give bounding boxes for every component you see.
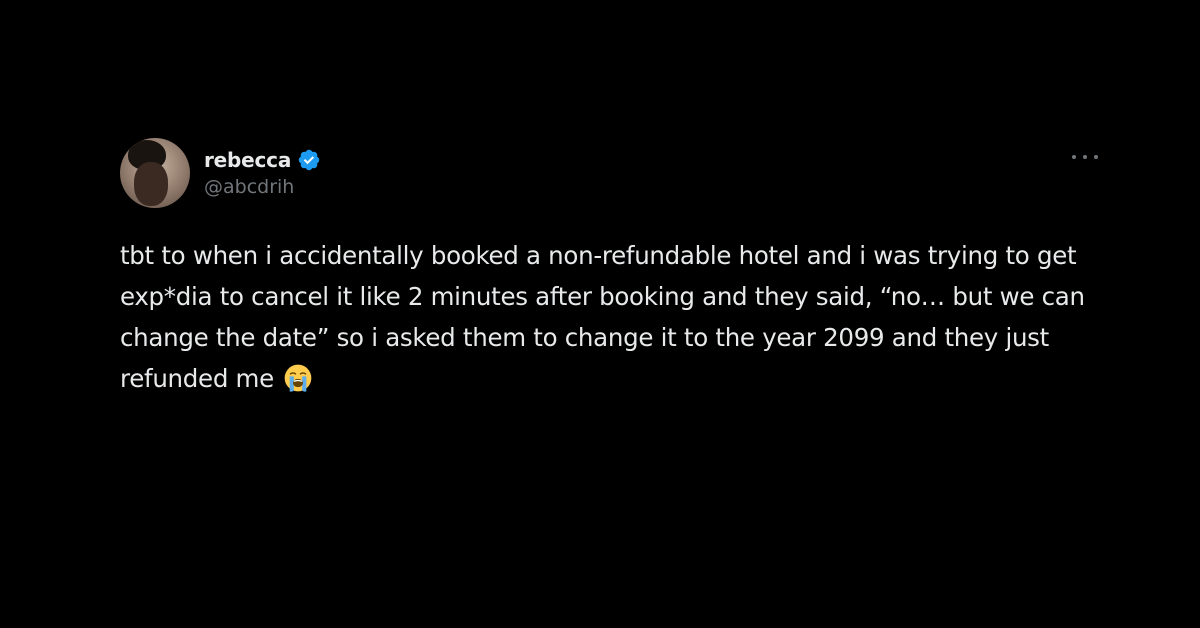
dot [1094,155,1098,159]
avatar-face [134,162,168,206]
dot [1072,155,1076,159]
dot [1083,155,1087,159]
more-horizontal-icon[interactable] [1070,147,1100,167]
handle[interactable]: @abcdrih [204,176,321,198]
tweet-text-container: tbt to when i accidentally booked a non-… [120,235,1085,399]
avatar[interactable] [120,138,190,208]
tweet-text: tbt to when i accidentally booked a non-… [120,241,1085,393]
author-info: rebecca @abcdrih [204,148,321,198]
display-name[interactable]: rebecca [204,148,291,172]
name-row: rebecca [204,148,321,172]
loudly-crying-face-icon [285,364,312,392]
tweet-card[interactable]: rebecca @abcdrih tbt to when i accidenta… [120,137,1100,399]
verified-badge-icon [298,149,320,171]
tweet-header: rebecca @abcdrih [120,137,1100,209]
